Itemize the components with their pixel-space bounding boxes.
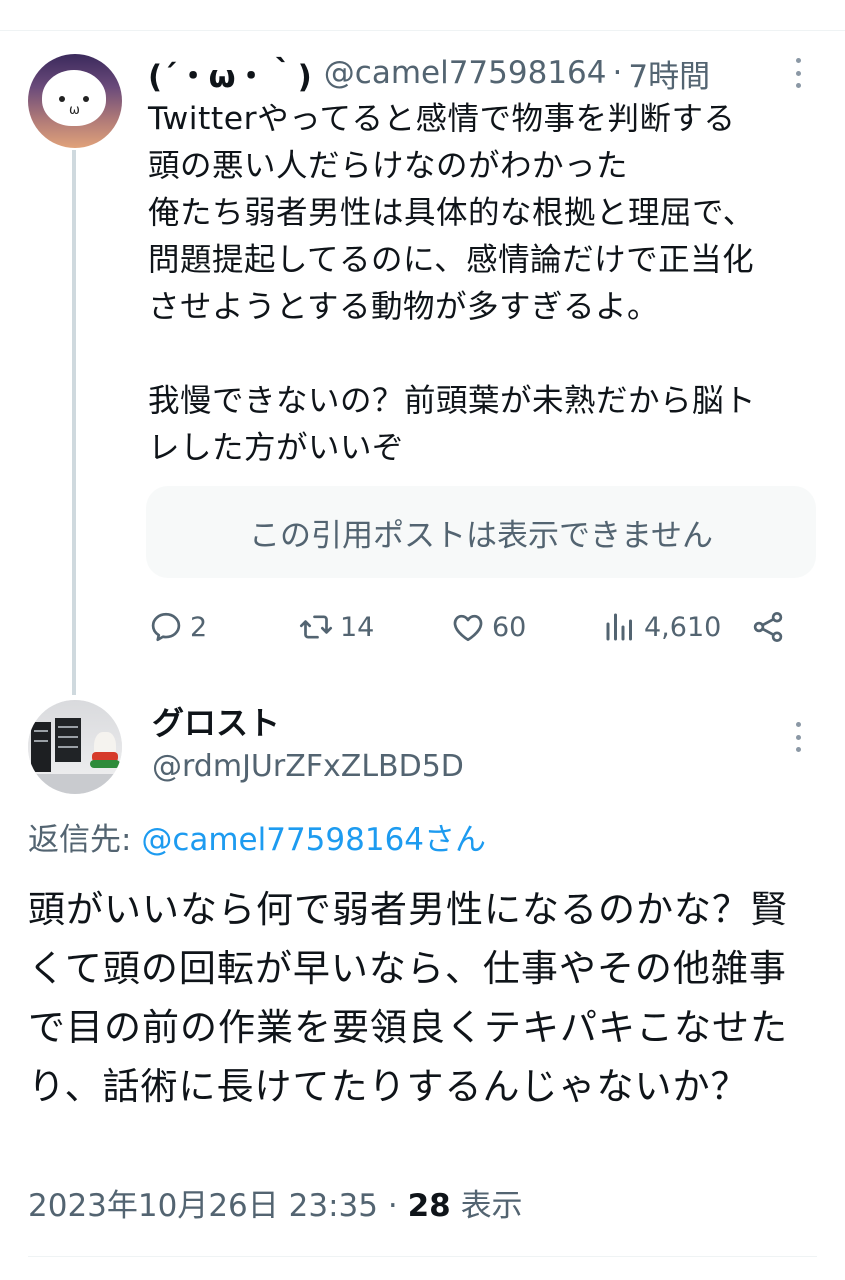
avatar-board-line: [34, 740, 48, 742]
reply-avatar[interactable]: [28, 700, 122, 794]
thread-connector-line: [72, 150, 76, 695]
views-label: 表示: [460, 1188, 523, 1224]
parent-more-button[interactable]: [786, 58, 810, 92]
reply-more-button[interactable]: [786, 722, 810, 756]
top-divider: [0, 30, 845, 31]
avatar-menu-board-right: [55, 718, 81, 762]
avatar-board-line: [34, 730, 48, 732]
parent-handle[interactable]: @camel77598164: [324, 55, 607, 91]
repost-button[interactable]: 14: [298, 604, 374, 650]
avatar-board-line: [58, 736, 78, 738]
parent-tweet-text: Twitterやってると感情で物事を判断する 頭の悪い人だらけなのがわかった 俺…: [148, 101, 757, 466]
tweet-timestamp[interactable]: 2023年10月26日 23:35: [28, 1188, 378, 1224]
meta-separator: ·: [387, 1188, 398, 1224]
parent-display-name[interactable]: (´・ω・｀): [148, 51, 312, 96]
avatar-floor: [28, 774, 122, 794]
share-button[interactable]: [750, 604, 792, 650]
more-icon: [786, 58, 810, 88]
avatar-cat-base: [90, 760, 120, 768]
avatar-eye-left: [59, 96, 65, 102]
bottom-divider: [28, 1256, 817, 1257]
reply-button[interactable]: 2: [148, 604, 207, 650]
parent-avatar[interactable]: ω: [28, 54, 122, 148]
avatar-board-line: [58, 746, 78, 748]
avatar-face: ω: [42, 70, 106, 126]
reply-view-count: 28: [407, 1188, 451, 1224]
repost-count: 14: [340, 611, 375, 643]
avatar-eye-right: [83, 96, 89, 102]
repost-icon: [299, 615, 333, 639]
like-icon: [453, 614, 483, 642]
more-icon: [786, 722, 810, 752]
replying-to-mention[interactable]: @camel77598164さん: [141, 822, 486, 858]
header-separator: ·: [612, 55, 623, 91]
tweet-meta: 2023年10月26日 23:35 · 28 表示: [28, 1182, 523, 1230]
reply-display-name[interactable]: グロスト: [152, 700, 280, 746]
parent-action-bar: 2 14 60 4,610: [148, 604, 793, 650]
avatar-mouth: ω: [69, 103, 80, 118]
quote-unavailable-box: この引用ポストは表示できません: [146, 486, 816, 578]
reply-tweet-text: 頭がいいなら何で弱者男性になるのかな？賢くて頭の回転が早いなら、仕事やその他雑事…: [28, 888, 788, 1108]
reply-count: 2: [190, 611, 208, 643]
reply-icon: [151, 612, 181, 642]
quote-unavailable-text: この引用ポストは表示できません: [248, 517, 714, 554]
like-button[interactable]: 60: [450, 604, 526, 650]
parent-tweet-header: (´・ω・｀) @camel77598164 · 7時間: [148, 50, 710, 96]
share-icon: [753, 612, 783, 642]
reply-handle[interactable]: @rdmJUrZFxZLBD5D: [152, 744, 464, 790]
replying-to-label: 返信先:: [28, 822, 132, 858]
views-button[interactable]: 4,610: [602, 604, 721, 650]
like-count: 60: [492, 611, 527, 643]
replying-to-line: 返信先: @camel77598164さん: [28, 816, 486, 864]
views-icon: [606, 613, 632, 641]
parent-timestamp[interactable]: 7時間: [628, 51, 710, 96]
views-count: 4,610: [644, 611, 722, 643]
avatar-board-line: [58, 726, 78, 728]
